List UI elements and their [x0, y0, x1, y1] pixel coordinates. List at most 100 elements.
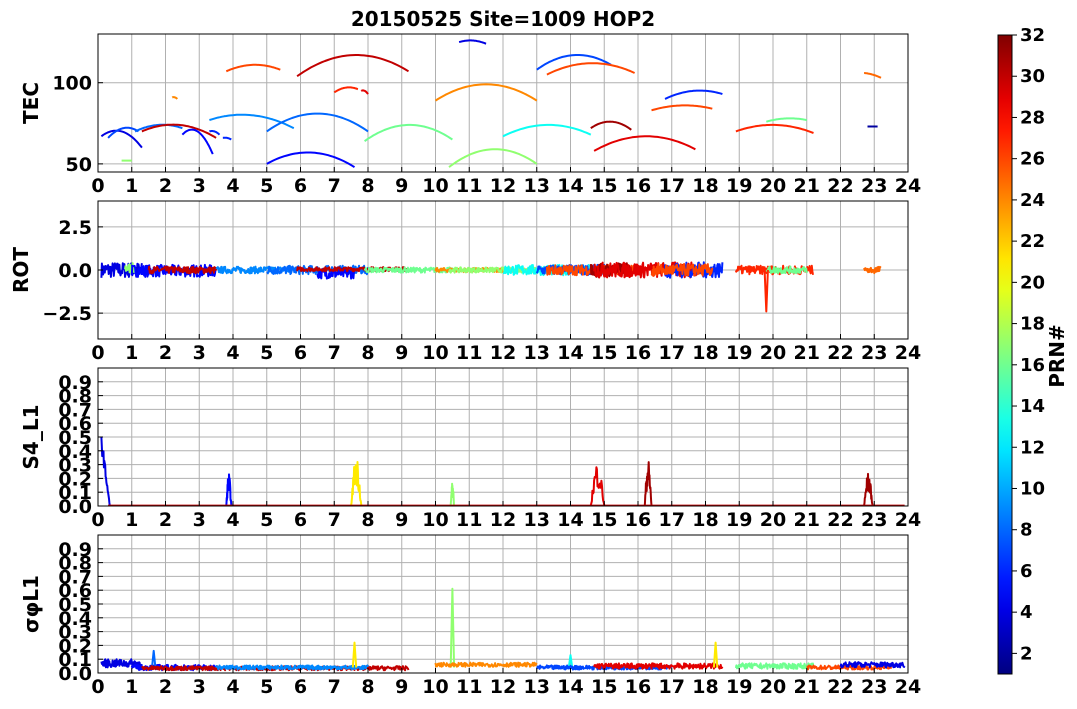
- x-tick-label: 17: [659, 342, 685, 364]
- x-tick-label: 14: [557, 509, 583, 531]
- series-line-prn-17: [449, 482, 456, 506]
- x-tick-label: 16: [625, 175, 651, 197]
- x-tick-label: 6: [294, 509, 307, 531]
- x-tick-label: 2: [159, 676, 172, 698]
- y-tick-label: 100: [52, 73, 92, 95]
- colorbar-tick-label: 14: [1020, 396, 1045, 417]
- x-tick-label: 5: [260, 342, 273, 364]
- panel-rot: 0 1 2 3 4 5 6 7 8 9 10 11 12 13 14 15 16 17 18 19 20 21 22 23 24…: [9, 200, 921, 364]
- x-tick-label: 2: [159, 175, 172, 197]
- x-tick-label: 17: [659, 676, 685, 698]
- y-axis-label: ROT: [9, 247, 33, 293]
- x-tick-label: 7: [328, 342, 341, 364]
- x-tick-label: 9: [395, 509, 408, 531]
- x-tick-label: 18: [692, 509, 718, 531]
- x-tick-label: 8: [361, 509, 374, 531]
- x-tick-label: 0: [91, 175, 104, 197]
- x-tick-label: 8: [361, 342, 374, 364]
- x-tick-label: 22: [827, 342, 853, 364]
- y-tick-label: 2.5: [58, 217, 92, 239]
- series-line-prn-16: [766, 117, 807, 123]
- x-tick-label: 21: [794, 509, 820, 531]
- x-tick-label: 21: [794, 676, 820, 698]
- x-tick-label: 20: [760, 676, 786, 698]
- series-line-prn-31: [590, 120, 632, 131]
- panel-s4: 0 1 2 3 4 5 6 7 8 9 10 11 12 13 14 15 16 17 18 19 20 21 22 23 24…: [19, 367, 921, 531]
- x-tick-label: 20: [760, 175, 786, 197]
- x-tick-label: 19: [726, 676, 752, 698]
- series-line-prn-8: [266, 112, 369, 133]
- series-line-prn-13: [502, 123, 592, 138]
- x-tick-label: 6: [294, 342, 307, 364]
- x-tick-label: 6: [294, 175, 307, 197]
- series-line-prn-31: [643, 461, 653, 506]
- series-line-prn-21: [351, 641, 358, 668]
- x-tick-label: 1: [125, 342, 138, 364]
- x-tick-label: 1: [125, 175, 138, 197]
- x-tick-label: 3: [193, 175, 206, 197]
- x-tick-label: 10: [422, 175, 448, 197]
- x-tick-label: 15: [591, 509, 617, 531]
- x-tick-label: 3: [193, 509, 206, 531]
- x-tick-label: 11: [456, 509, 482, 531]
- series-line-prn-26: [546, 62, 636, 76]
- series-line-prn-4: [458, 39, 487, 45]
- x-tick-label: 3: [193, 342, 206, 364]
- x-tick-label: 23: [861, 509, 887, 531]
- colorbar: 2468101214161820222426283032 PRN#: [997, 25, 1069, 675]
- x-tick-label: 7: [328, 676, 341, 698]
- x-tick-label: 17: [659, 509, 685, 531]
- x-tick-label: 14: [557, 342, 583, 364]
- colorbar-tick-label: 24: [1020, 190, 1045, 211]
- x-tick-label: 12: [490, 342, 516, 364]
- series-line-prn-5: [225, 473, 233, 506]
- x-tick-label: 3: [193, 676, 206, 698]
- y-tick-label: 0.9: [58, 372, 92, 394]
- series-line-prn-29: [593, 135, 696, 152]
- x-tick-label: 18: [692, 175, 718, 197]
- x-tick-label: 15: [591, 342, 617, 364]
- x-tick-label: 4: [226, 175, 239, 197]
- series-line-prn-25: [863, 265, 882, 275]
- x-tick-label: 6: [294, 676, 307, 698]
- x-tick-label: 20: [760, 342, 786, 364]
- colorbar-tick-label: 18: [1020, 314, 1045, 335]
- x-tick-label: 7: [328, 175, 341, 197]
- series-line-prn-17: [448, 148, 538, 168]
- colorbar-tick-label: 32: [1020, 25, 1045, 46]
- series-group: [100, 39, 882, 168]
- x-tick-label: 12: [490, 175, 516, 197]
- x-tick-label: 5: [260, 175, 273, 197]
- x-tick-label: 13: [524, 342, 550, 364]
- x-tick-label: 22: [827, 175, 853, 197]
- series-line-prn-17: [124, 262, 137, 274]
- x-tick-label: 22: [827, 676, 853, 698]
- x-tick-label: 15: [591, 175, 617, 197]
- series-line-prn-29: [360, 89, 369, 95]
- x-tick-label: 21: [794, 175, 820, 197]
- colorbar-tick-label: 12: [1020, 437, 1045, 458]
- series-line-prn-26: [225, 63, 281, 73]
- chart-title: 20150525 Site=1009 HOP2: [351, 7, 655, 31]
- series-line-prn-27: [333, 86, 359, 94]
- series-line-prn-29: [589, 466, 606, 506]
- x-tick-label: 0: [91, 509, 104, 531]
- colorbar-tick-label: 16: [1020, 355, 1045, 376]
- series-line-prn-27: [735, 123, 814, 134]
- x-tick-label: 19: [726, 342, 752, 364]
- series-line-prn-16: [364, 123, 453, 143]
- series-line-prn-6: [222, 136, 233, 141]
- series-line-prn-4: [100, 129, 143, 149]
- x-tick-label: 8: [361, 175, 374, 197]
- colorbar-tick-label: 10: [1020, 478, 1045, 499]
- x-tick-label: 24: [895, 676, 921, 698]
- x-tick-label: 16: [625, 509, 651, 531]
- x-tick-label: 7: [328, 509, 341, 531]
- figure-canvas: 20150525 Site=1009 HOP2 0 1 2 3 4 5 6 7 8 9 10 11 12…: [9, 7, 1069, 698]
- x-tick-label: 22: [827, 509, 853, 531]
- x-tick-label: 23: [861, 175, 887, 197]
- series-line-prn-7: [536, 54, 612, 71]
- x-tick-label: 13: [524, 175, 550, 197]
- series-line-prn-5: [266, 151, 356, 168]
- y-axis-label: TEC: [19, 82, 43, 124]
